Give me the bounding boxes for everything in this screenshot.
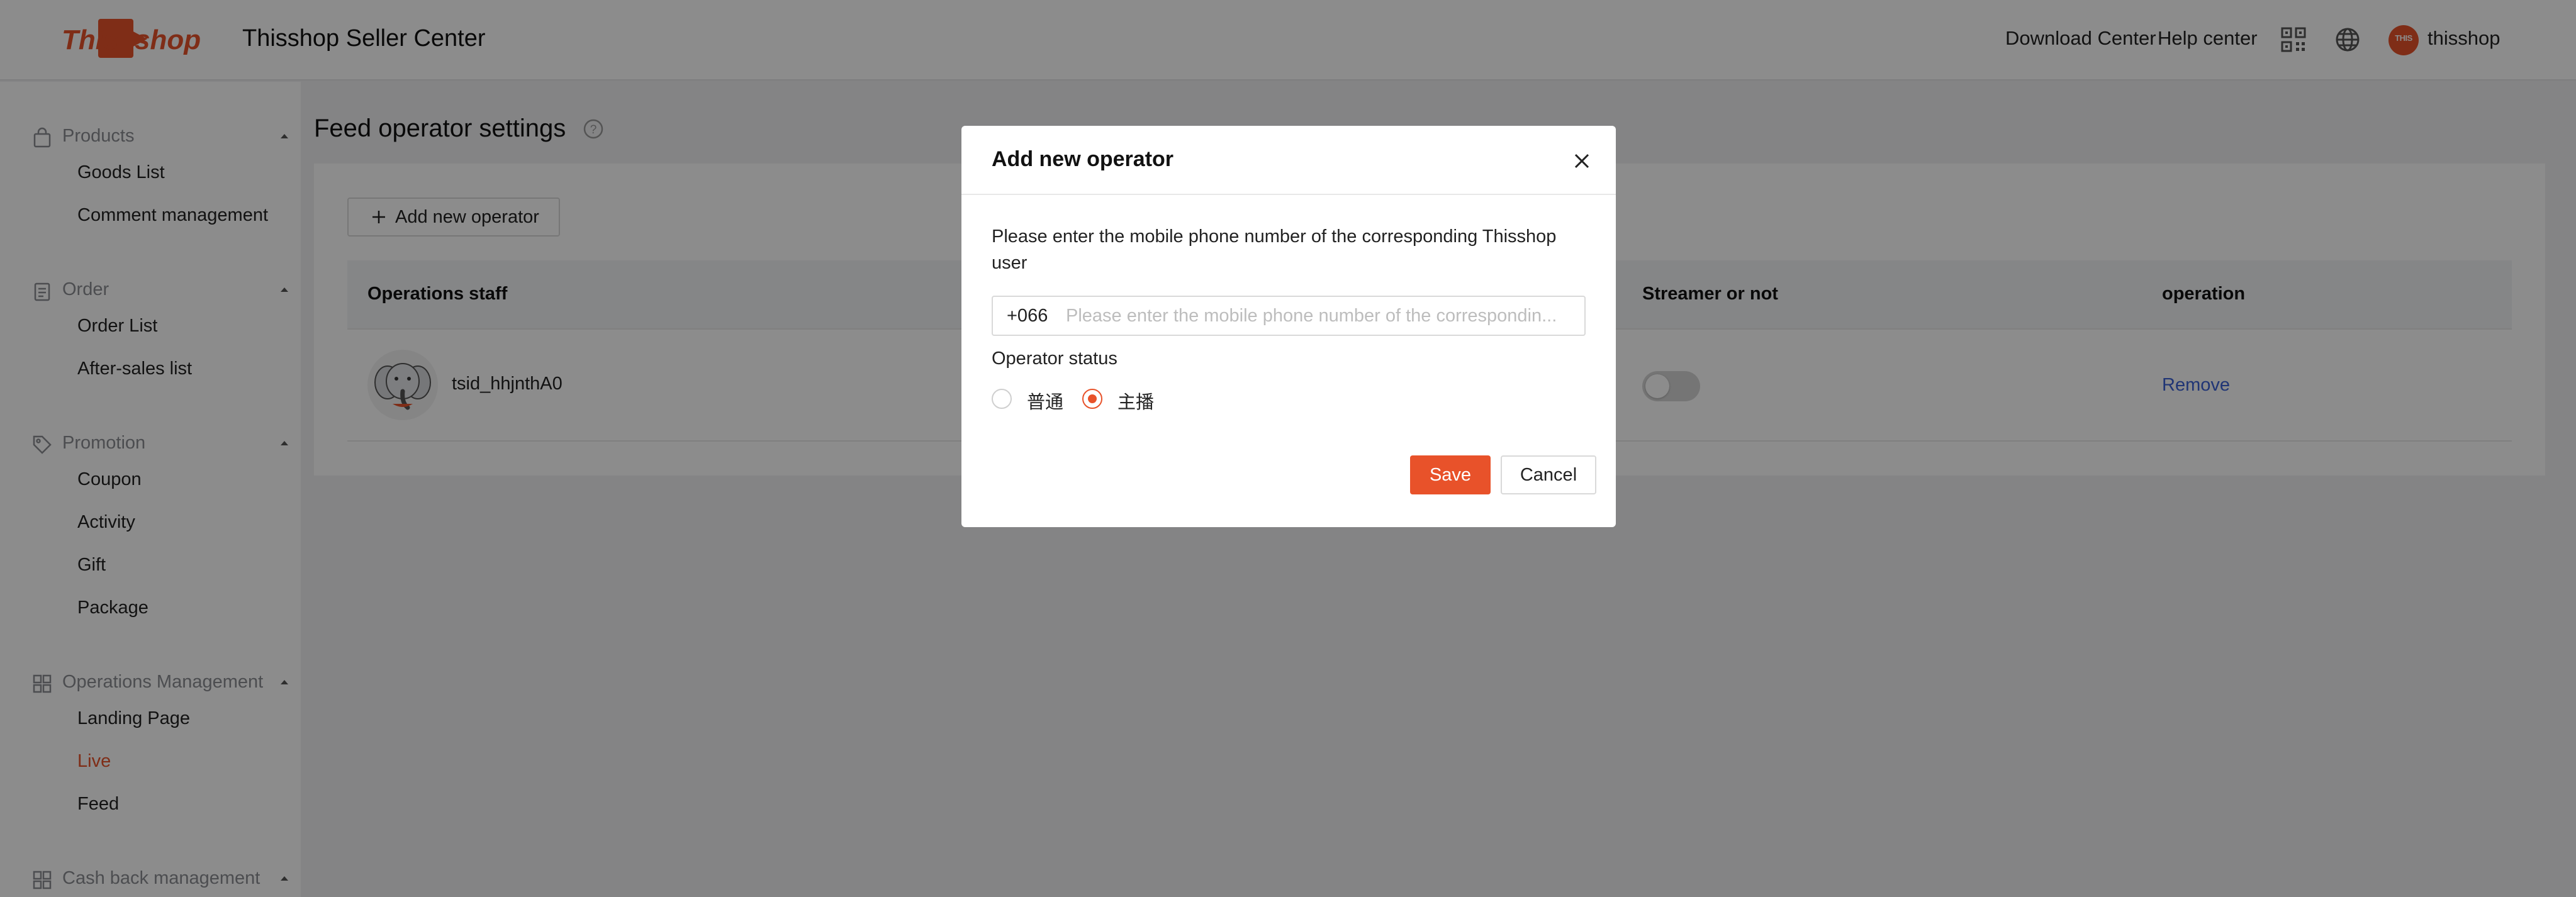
radio-normal-label[interactable]: 普通	[1027, 387, 1063, 414]
operator-status-label: Operator status	[992, 348, 1117, 369]
phone-input[interactable]	[1066, 301, 1576, 331]
modal-title: Add new operator	[992, 147, 1174, 171]
radio-streamer-label[interactable]: 主播	[1117, 387, 1154, 414]
country-code-prefix[interactable]: +066	[1007, 306, 1048, 326]
modal-header: Add new operator	[961, 126, 1616, 195]
radio-normal[interactable]	[992, 389, 1012, 409]
close-icon[interactable]	[1569, 148, 1594, 174]
phone-field[interactable]: +066	[992, 296, 1586, 336]
save-button[interactable]: Save	[1410, 455, 1491, 494]
radio-streamer[interactable]	[1082, 389, 1102, 409]
modal-description: Please enter the mobile phone number of …	[992, 226, 1557, 273]
add-operator-modal: Add new operator Please enter the mobile…	[961, 126, 1616, 527]
cancel-button[interactable]: Cancel	[1501, 455, 1596, 494]
